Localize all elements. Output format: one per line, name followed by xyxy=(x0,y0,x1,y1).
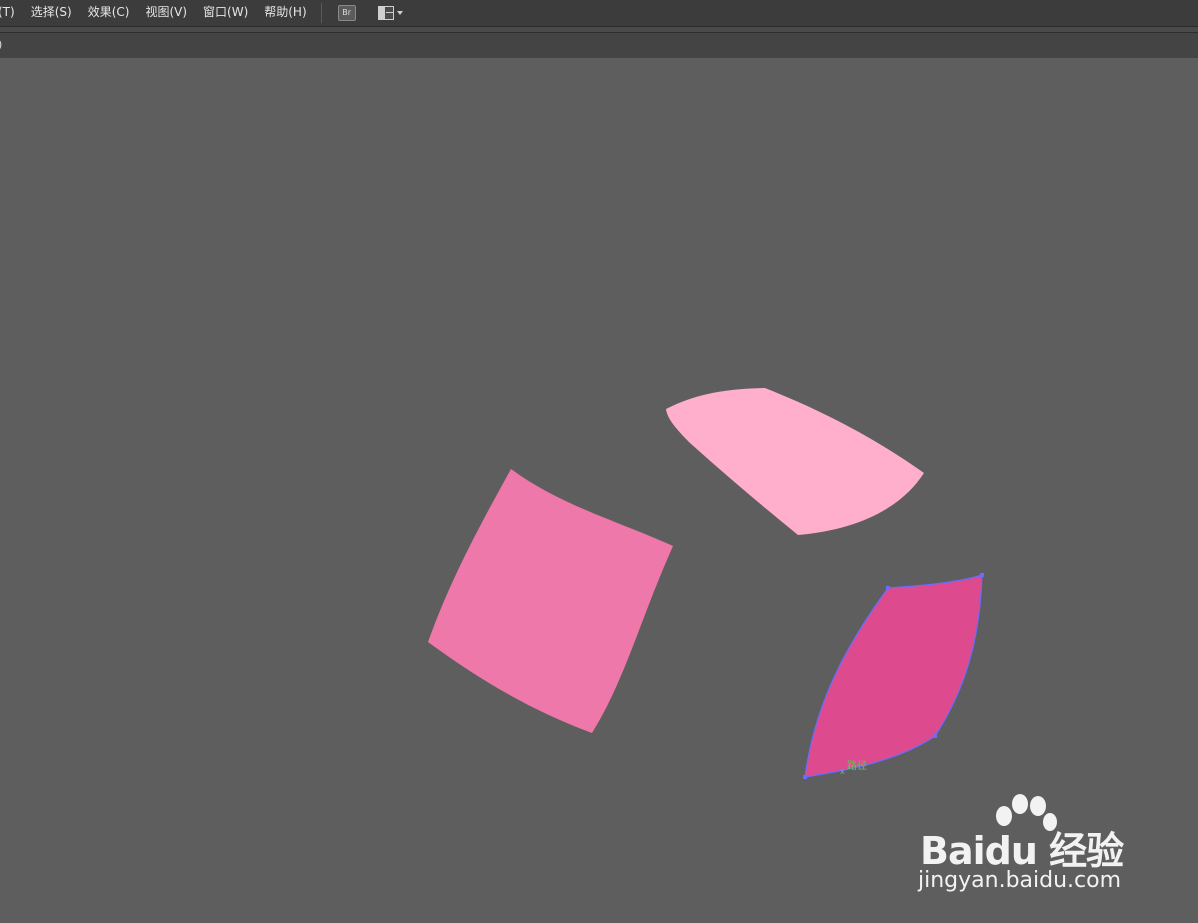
document-tab[interactable]: ) xyxy=(0,38,2,51)
baidu-watermark: Baidu 经验 jingyan.baidu.com xyxy=(912,792,1152,902)
menu-view[interactable]: 视图(V) xyxy=(137,0,195,26)
watermark-url: jingyan.baidu.com xyxy=(918,868,1122,893)
menu-effect[interactable]: 效果(C) xyxy=(80,0,138,26)
menu-help[interactable]: 帮助(H) xyxy=(256,0,314,26)
workspace-layout-icon xyxy=(377,6,394,20)
cursor-x-icon: x xyxy=(840,767,845,776)
pink-shape-left[interactable] xyxy=(428,469,673,733)
bridge-button[interactable]: Br xyxy=(337,5,356,21)
anchor-point[interactable] xyxy=(980,573,984,577)
watermark-brand: Baidu 经验 xyxy=(920,829,1124,873)
menu-divider xyxy=(320,3,322,23)
pink-shape-top[interactable] xyxy=(666,388,924,535)
pink-shape-selected[interactable] xyxy=(804,574,983,778)
menu-type[interactable]: (T) xyxy=(0,0,23,26)
workspace-switcher-button[interactable] xyxy=(377,6,403,20)
anchor-point[interactable] xyxy=(933,734,937,738)
document-tab-bar: ) xyxy=(0,32,1198,59)
anchor-point[interactable] xyxy=(803,775,807,779)
menu-bar: (T) 选择(S) 效果(C) 视图(V) 窗口(W) 帮助(H) Br xyxy=(0,0,1198,27)
menu-window[interactable]: 窗口(W) xyxy=(195,0,256,26)
smart-guide-label: 路径 xyxy=(847,759,867,772)
menu-select[interactable]: 选择(S) xyxy=(23,0,80,26)
chevron-down-icon xyxy=(396,11,403,15)
anchor-point[interactable] xyxy=(886,586,890,590)
